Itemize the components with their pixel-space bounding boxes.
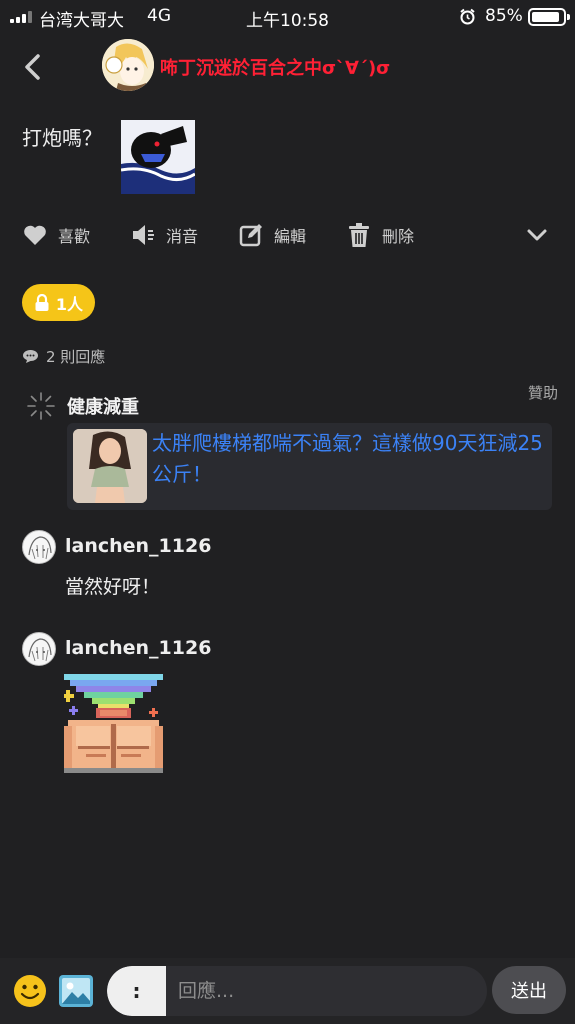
mute-button[interactable]: 消音 <box>130 218 198 252</box>
post-text: 打炮嗎？ <box>22 126 102 150</box>
send-button[interactable]: 送出 <box>492 966 566 1014</box>
back-chevron-icon[interactable] <box>20 52 46 82</box>
edit-pencil-icon <box>239 224 262 247</box>
post-action-bar: 喜歡 消音 編輯 刪除 <box>0 218 575 252</box>
sketch-avatar-icon <box>28 536 52 560</box>
edit-label: 編輯 <box>274 227 307 246</box>
network-label: 4G <box>147 6 171 26</box>
comment-username[interactable]: lanchen_1126 <box>65 535 211 557</box>
sticker-image <box>121 120 195 194</box>
pixel-sticker-image[interactable] <box>64 674 163 773</box>
ad-photo-image <box>73 429 147 503</box>
commenter-avatar[interactable] <box>22 530 56 564</box>
reply-prefix-button[interactable]: : <box>107 966 166 1016</box>
sparkle-logo-icon <box>27 392 55 420</box>
post-detail-screen: 台湾大哥大 4G 上午10:58 85% 咘丁沉迷於百合之中σ`∀´)σ 打炮嗎… <box>0 0 575 1024</box>
comment-count-label: 2 則回應 <box>46 348 106 366</box>
clock: 上午10:58 <box>246 11 329 31</box>
private-audience-badge[interactable]: 1人 <box>22 284 95 321</box>
like-label: 喜歡 <box>58 227 91 246</box>
image-icon[interactable] <box>58 974 94 1008</box>
signal-icon <box>10 11 32 23</box>
comment-text: 當然好呀！ <box>65 576 161 598</box>
advertiser-name[interactable]: 健康減重 <box>67 393 139 419</box>
sketch-avatar-icon <box>28 638 52 662</box>
like-button[interactable]: 喜歡 <box>22 218 90 252</box>
author-name[interactable]: 咘丁沉迷於百合之中σ`∀´)σ <box>160 54 390 80</box>
battery-percent: 85% <box>485 6 523 26</box>
delete-button[interactable]: 刪除 <box>346 218 414 252</box>
comment-count: 2 則回應 <box>22 346 105 367</box>
speaker-mute-icon <box>133 225 154 245</box>
sponsored-label: 贊助 <box>528 384 559 402</box>
alarm-icon <box>460 8 475 25</box>
ad-thumbnail <box>73 429 147 503</box>
mute-label: 消音 <box>166 227 199 246</box>
commenter-avatar[interactable] <box>22 632 56 666</box>
audience-count: 1人 <box>55 294 84 314</box>
author-avatar[interactable] <box>102 39 154 91</box>
lock-icon <box>35 293 49 311</box>
delete-label: 刪除 <box>382 227 415 246</box>
status-bar: 台湾大哥大 4G 上午10:58 85% <box>0 0 575 34</box>
chevron-down-icon[interactable] <box>524 222 550 248</box>
reply-input[interactable] <box>166 966 487 1016</box>
ad-card[interactable]: 太胖爬樓梯都喘不過氣？這樣做90天狂減25公斤！ <box>67 423 552 510</box>
post-sticker-image[interactable] <box>121 120 195 194</box>
heart-icon <box>24 225 46 245</box>
speech-bubble-icon <box>23 350 38 363</box>
edit-button[interactable]: 編輯 <box>238 218 306 252</box>
reply-field[interactable]: : <box>107 966 487 1016</box>
comment-username[interactable]: lanchen_1126 <box>65 637 211 659</box>
anime-avatar-icon <box>102 39 154 91</box>
carrier-label: 台湾大哥大 <box>39 11 124 31</box>
trash-icon <box>349 223 369 247</box>
battery-icon <box>528 8 570 26</box>
emoji-icon[interactable] <box>13 974 47 1008</box>
ad-headline[interactable]: 太胖爬樓梯都喘不過氣？這樣做90天狂減25公斤！ <box>152 428 547 490</box>
reply-bar: : 送出 <box>0 958 575 1024</box>
